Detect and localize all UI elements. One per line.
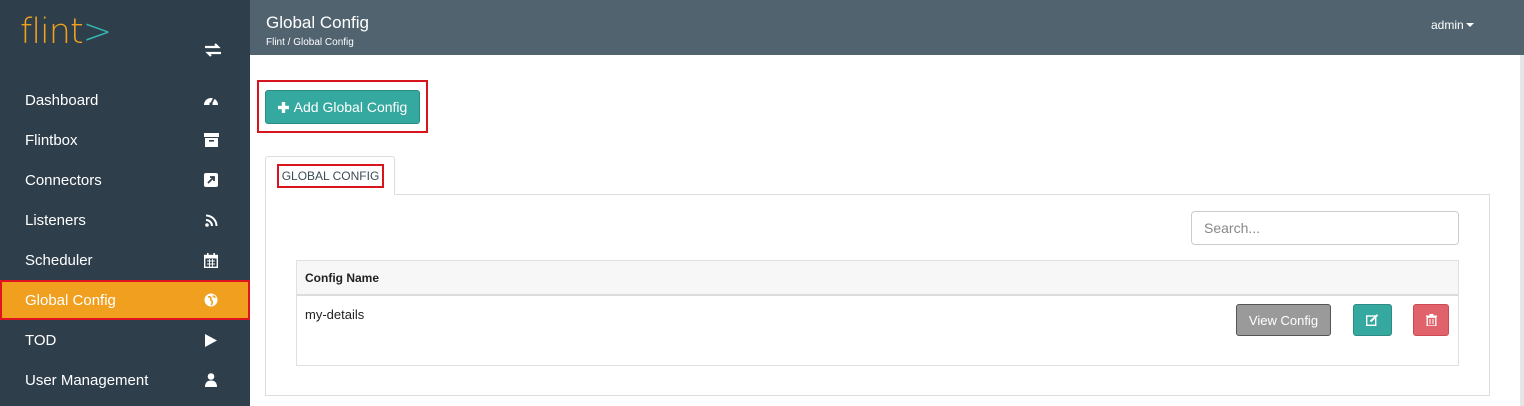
sidebar-item-tod[interactable]: TOD — [0, 320, 250, 360]
caret-down-icon — [1465, 23, 1474, 27]
sidebar-nav: Dashboard Flintbox Connectors Listeners … — [0, 80, 250, 400]
dashboard-icon — [203, 92, 219, 108]
sidebar-item-label: Dashboard — [25, 91, 99, 109]
sidebar-item-listeners[interactable]: Listeners — [0, 200, 250, 240]
sidebar-item-label: Scheduler — [25, 251, 93, 269]
trash-icon — [1425, 314, 1437, 326]
column-header-config-name[interactable]: Config Name — [305, 271, 379, 285]
flint-logo[interactable]: flint> — [20, 12, 112, 52]
edit-icon — [1366, 314, 1379, 326]
sidebar-item-label: Listeners — [25, 211, 86, 229]
sidebar-item-label: Connectors — [25, 171, 102, 189]
sidebar-item-dashboard[interactable]: Dashboard — [0, 80, 250, 120]
calendar-icon — [203, 252, 219, 268]
sidebar-item-user-management[interactable]: User Management — [0, 360, 250, 400]
plus-icon — [277, 101, 289, 113]
sidebar-item-label: User Management — [25, 371, 149, 389]
breadcrumb[interactable]: Flint / Global Config — [266, 37, 354, 48]
page-title: Global Config — [266, 13, 370, 32]
view-config-button[interactable]: View Config — [1236, 304, 1331, 336]
external-link-icon — [203, 172, 219, 188]
logo-suffix: > — [82, 12, 112, 52]
sidebar-item-label: TOD — [25, 331, 57, 349]
tab-panel: Config Name my-details View Config — [265, 194, 1490, 396]
edit-button[interactable] — [1353, 304, 1392, 336]
rss-icon — [203, 212, 219, 228]
config-table: Config Name my-details View Config — [296, 260, 1459, 366]
sidebar: flint> Dashboard Flintbox Connectors Lis… — [0, 0, 250, 406]
sidebar-item-label: Global Config — [25, 291, 116, 309]
top-bar: Global Config Flint / Global Config admi… — [250, 0, 1524, 55]
user-icon — [203, 372, 219, 388]
play-icon — [203, 332, 219, 348]
sidebar-item-connectors[interactable]: Connectors — [0, 160, 250, 200]
config-name-cell: my-details — [305, 307, 365, 322]
table-header: Config Name — [297, 261, 1458, 296]
user-name: admin — [1431, 18, 1464, 32]
swap-arrows-icon[interactable] — [203, 42, 223, 58]
tab-label: GLOBAL CONFIG — [277, 164, 384, 188]
add-global-config-button[interactable]: Add Global Config — [265, 90, 420, 124]
user-menu[interactable]: admin — [1431, 18, 1474, 32]
tab-global-config[interactable]: GLOBAL CONFIG — [265, 156, 395, 195]
search-input[interactable] — [1191, 211, 1459, 245]
sidebar-item-global-config[interactable]: Global Config — [0, 280, 250, 320]
add-button-label: Add Global Config — [293, 99, 408, 115]
delete-button[interactable] — [1413, 304, 1449, 336]
scrollbar[interactable] — [1520, 55, 1524, 406]
logo-text: flint — [20, 12, 84, 52]
sidebar-item-flintbox[interactable]: Flintbox — [0, 120, 250, 160]
archive-icon — [203, 132, 219, 148]
sidebar-item-label: Flintbox — [25, 131, 78, 149]
sidebar-item-scheduler[interactable]: Scheduler — [0, 240, 250, 280]
globe-icon — [203, 292, 219, 308]
